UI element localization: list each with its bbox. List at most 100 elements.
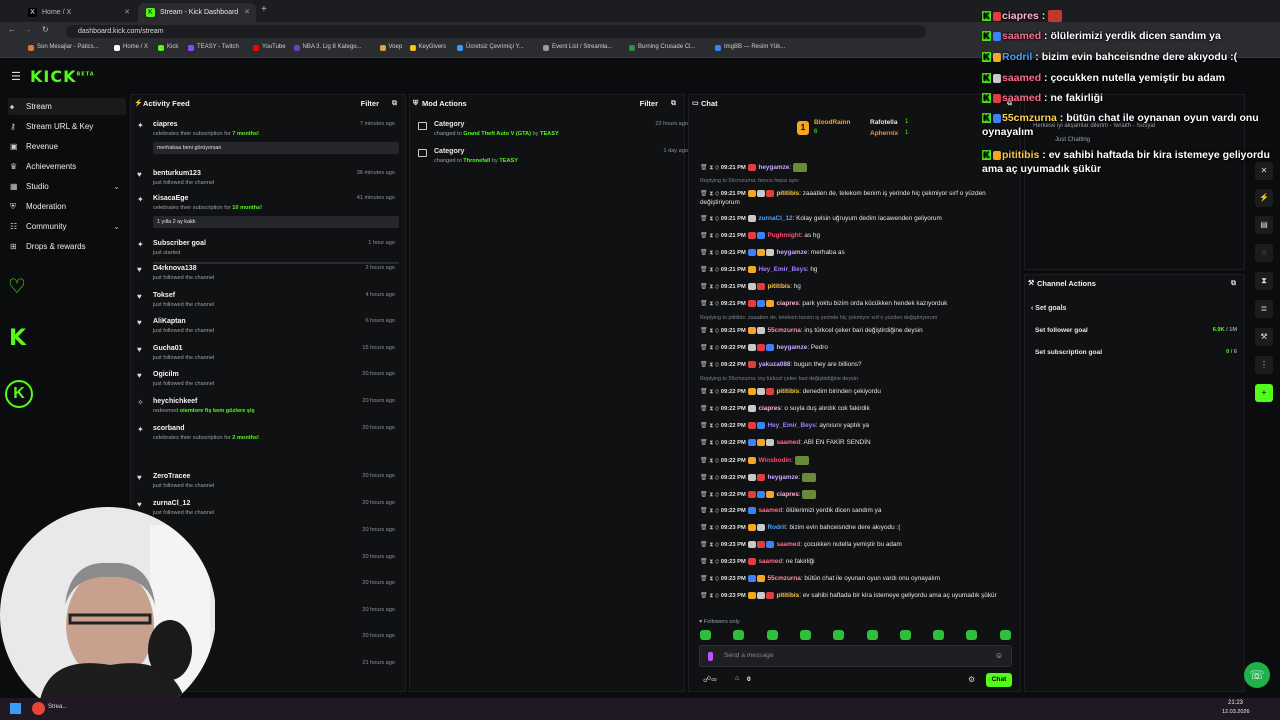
popout-icon[interactable]: ⧉ [671, 95, 676, 112]
sidebar-item-moderation[interactable]: ⛨ Moderation [8, 198, 126, 215]
mod-tools-icon[interactable]: 🗑 ⧗ ⊘ [700, 267, 721, 273]
mod-tools-icon[interactable]: 🗑 ⧗ ⊘ [700, 165, 721, 171]
gift-icon[interactable]: ⌂ [735, 675, 739, 682]
url-input[interactable]: dashboard.kick.com/stream [66, 25, 926, 38]
browser-tab-x[interactable]: X Home / X ✕ [20, 3, 136, 22]
activity-user[interactable]: benturkum123 [153, 170, 201, 177]
mod-tools-icon[interactable]: 🗑 ⧗ ⊘ [700, 440, 721, 446]
activity-user[interactable]: Gucha01 [153, 345, 183, 352]
leaderboard-third[interactable]: Aphernix [870, 130, 898, 137]
popout-icon[interactable]: ⧉ [1231, 275, 1236, 292]
activity-user[interactable]: D4rknova138 [153, 265, 197, 272]
quick-emote-icon[interactable] [700, 630, 711, 640]
mod-tools-icon[interactable]: 🗑 ⧗ ⊘ [700, 284, 721, 290]
activity-item[interactable]: ♥ D4rknova138 just followed the channel 2 h… [137, 265, 401, 289]
activity-item[interactable]: ✦ scorband celebrates their subscription f… [137, 425, 401, 449]
bookmark-item[interactable]: Voep [379, 44, 402, 51]
chat-message[interactable]: 🗑 ⧗ ⊘ 09:22 PM Hey_Emir_Beys: aynısını y… [700, 422, 1015, 431]
back-icon[interactable]: ← [8, 25, 16, 34]
chat-message[interactable]: 🗑 ⧗ ⊘ 09:23 PM saamed: ne fakirliği [700, 558, 1015, 567]
mod-action-user[interactable]: TEASY [540, 131, 559, 137]
reload-icon[interactable]: ↻ [42, 25, 49, 34]
mod-action-item[interactable]: Category changed to Grand Theft Auto V (G… [418, 121, 688, 143]
quick-emote-icon[interactable] [899, 630, 911, 640]
clipboard-icon[interactable]: ▤ [1255, 216, 1273, 234]
sidebar-item-community[interactable]: ☷ Community ⌄ [8, 218, 126, 235]
activity-user[interactable]: ZeroTracee [153, 473, 190, 480]
kick-logo[interactable]: KICKBETA [30, 67, 95, 86]
leaderboard-first[interactable]: BloodRainn [814, 119, 850, 126]
activity-item[interactable]: ♥ Ogicilm just followed the channel 20 hour… [137, 371, 401, 395]
chat-username[interactable]: ciapres [776, 491, 798, 498]
mod-tools-icon[interactable]: 🗑 ⧗ ⊘ [700, 233, 721, 239]
chat-message[interactable]: 🗑 ⧗ ⊘ 09:22 PM pititibis: denedim birind… [700, 388, 1015, 397]
emoji-icon[interactable]: ☺ [995, 651, 1003, 660]
chat-username[interactable]: pititibis [776, 592, 799, 599]
chat-message[interactable]: 🗑 ⧗ ⊘ 09:21 PM heygamze: [700, 163, 1015, 173]
activity-user[interactable]: KisacaEge [153, 195, 188, 202]
forward-icon[interactable]: → [24, 25, 32, 34]
chat-message[interactable]: 🗑 ⧗ ⊘ 09:22 PM heygamze: Pedro [700, 344, 1015, 353]
close-icon[interactable]: ✕ [124, 3, 130, 22]
mod-action-category[interactable]: Grand Theft Auto V (GTA) [463, 131, 531, 137]
chat-message[interactable]: 🗑 ⧗ ⊘ 09:23 PM saamed: çocukken nutella … [700, 541, 1015, 550]
windows-start-icon[interactable] [10, 703, 21, 714]
chat-username[interactable]: pititibis [767, 283, 790, 290]
mod-tools-icon[interactable]: 🗑 ⧗ ⊘ [700, 389, 721, 395]
activity-user[interactable]: Subscriber goal [153, 240, 206, 247]
sidebar-item-stream[interactable]: ⦁ Stream [8, 98, 126, 115]
lightning-icon[interactable]: ⚡ [1255, 189, 1273, 207]
chat-username[interactable]: zurnaCl_12 [758, 215, 792, 222]
chat-username[interactable]: Hey_Emir_Beys [767, 422, 815, 429]
chat-input[interactable]: Send a message ☺ [699, 645, 1012, 667]
share-icon[interactable]: ⋮ [1255, 356, 1273, 374]
chat-message[interactable]: 🗑 ⧗ ⊘ 09:23 PM pititibis: ev sahibi haft… [700, 592, 1015, 601]
activity-item[interactable]: ♥ Gucha01 just followed the channel 15 hour… [137, 345, 401, 369]
chat-username[interactable]: Pughmight [767, 232, 800, 239]
sidebar-item-stream-url-key[interactable]: ⚷ Stream URL & Key [8, 118, 126, 135]
mod-tools-icon[interactable]: 🗑 ⧗ ⊘ [700, 458, 721, 464]
set-subscription-goal[interactable]: Set subscription goal 0 / 6 [1035, 349, 1237, 356]
activity-item[interactable]: ✧ heychichkeef redeemed oiemtore fiş kem g… [137, 398, 401, 422]
mod-tools-icon[interactable]: 🗑 ⧗ ⊘ [700, 301, 721, 307]
settings-icon[interactable]: ⚙ [968, 675, 975, 684]
send-chat-button[interactable]: Chat [986, 673, 1012, 687]
set-goals-back[interactable]: ‹ Set goals [1031, 305, 1066, 312]
bookmark-item[interactable]: Ücretsiz Çevrimiçi Y... [457, 44, 524, 51]
quick-emote-icon[interactable] [733, 630, 745, 640]
activity-item[interactable]: ♥ Toksef just followed the channel 4 hours … [137, 292, 401, 316]
quick-emote-icon[interactable] [766, 630, 778, 640]
chat-username[interactable]: heygamze [767, 474, 798, 481]
chrome-icon[interactable] [32, 702, 45, 715]
chat-message[interactable]: 🗑 ⧗ ⊘ 09:22 PM Winsbodin: [700, 456, 1015, 466]
quick-emote-icon[interactable] [933, 630, 945, 640]
quick-emote-icon[interactable] [999, 630, 1011, 640]
bookmark-item[interactable]: KeyGivers [409, 44, 446, 51]
activity-user[interactable]: heychichkeef [153, 398, 197, 405]
sidebar-item-revenue[interactable]: ▣ Revenue [8, 138, 126, 155]
chat-message[interactable]: 🗑 ⧗ ⊘ 09:22 PM ciapres: [700, 490, 1015, 500]
mod-tools-icon[interactable]: 🗑 ⧗ ⊘ [700, 362, 721, 368]
mod-tools-icon[interactable]: 🗑 ⧗ ⊘ [700, 406, 721, 412]
chat-username[interactable]: heygamze [758, 164, 789, 171]
chat-username[interactable]: 55cmzurna [767, 575, 800, 582]
add-widget-icon[interactable]: + [1255, 384, 1273, 402]
mod-tools-icon[interactable]: 🗑 ⧗ ⊘ [700, 345, 721, 351]
bookmark-item[interactable]: Home / X [114, 44, 148, 51]
chat-username[interactable]: heygamze [776, 249, 807, 256]
mod-action-category[interactable]: Thronefall [463, 158, 490, 164]
chat-username[interactable]: ciapres [758, 405, 780, 412]
chat-username[interactable]: Hey_Emir_Beys [758, 266, 806, 273]
bookmark-item[interactable]: YouTube [253, 44, 286, 51]
mod-tools-icon[interactable]: 🗑 ⧗ ⊘ [700, 423, 721, 429]
quick-emote-icon[interactable] [966, 630, 978, 640]
chat-username[interactable]: pititibis [776, 190, 799, 197]
chat-message[interactable]: 🗑 ⧗ ⊘ 09:23 PM 55cmzurna: bütün chat ile… [700, 575, 1015, 584]
chat-username[interactable]: pititibis [776, 388, 799, 395]
chat-message[interactable]: 🗑 ⧗ ⊘ 09:21 PM 55cmzurna: inş türkcel çe… [700, 327, 1015, 336]
bookmark-item[interactable]: Event List / Streamla... [543, 44, 612, 51]
chat-username[interactable]: saamed [758, 507, 782, 514]
new-tab-icon[interactable]: + [261, 4, 267, 15]
activity-user[interactable]: Ogicilm [153, 371, 179, 378]
popout-icon[interactable]: ⧉ [392, 95, 397, 112]
